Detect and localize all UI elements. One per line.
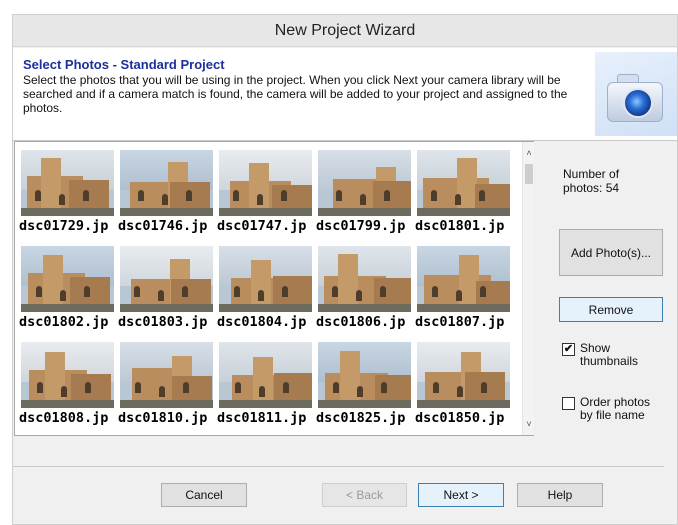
chevron-down-icon[interactable]: ˅ xyxy=(523,417,535,431)
photo-grid: dsc01729.jp dsc01746.jp dsc01747.jp dsc0179… xyxy=(19,145,519,435)
photo-item[interactable]: dsc01802.jp xyxy=(19,241,118,337)
photo-thumbnail[interactable] xyxy=(21,246,114,312)
photo-thumbnail[interactable] xyxy=(219,150,312,216)
photo-thumbnail[interactable] xyxy=(417,342,510,408)
photo-thumbnail[interactable] xyxy=(21,342,114,408)
photo-filename: dsc01825.jp xyxy=(316,410,406,426)
page-description: Select the photos that you will be using… xyxy=(23,73,568,115)
photo-item[interactable]: dsc01806.jp xyxy=(316,241,415,337)
photo-item[interactable]: dsc01850.jp xyxy=(415,337,514,433)
next-button[interactable]: Next > xyxy=(418,483,504,507)
photo-thumbnail[interactable] xyxy=(219,342,312,408)
photo-filename: dsc01801.jp xyxy=(415,218,505,234)
photo-filename: dsc01746.jp xyxy=(118,218,208,234)
photo-thumbnail[interactable] xyxy=(120,342,213,408)
photo-thumbnail[interactable] xyxy=(120,150,213,216)
photo-filename: dsc01850.jp xyxy=(415,410,505,426)
photo-item[interactable]: dsc01747.jp xyxy=(217,145,316,241)
header-panel: Select Photos - Standard Project Select … xyxy=(13,48,677,141)
photo-thumbnail[interactable] xyxy=(417,150,510,216)
photo-filename: dsc01807.jp xyxy=(415,314,505,330)
order-by-name-label: Order photos by file name xyxy=(580,395,651,422)
add-photos-button[interactable]: Add Photo(s)... xyxy=(559,229,663,276)
photo-filename: dsc01804.jp xyxy=(217,314,307,330)
photo-filename: dsc01799.jp xyxy=(316,218,406,234)
photo-count-label: Number of photos: 54 xyxy=(563,167,620,195)
help-button[interactable]: Help xyxy=(517,483,603,507)
photo-list-scrollbar[interactable]: ˄ ˅ xyxy=(522,142,534,435)
photo-filename: dsc01729.jp xyxy=(19,218,109,234)
title-bar: New Project Wizard xyxy=(13,15,677,47)
photo-filename: dsc01806.jp xyxy=(316,314,406,330)
show-thumbnails-label: Show thumbnails xyxy=(580,341,639,368)
order-by-name-checkbox[interactable]: Order photos by file name xyxy=(562,396,662,422)
page-title: Select Photos - Standard Project xyxy=(23,57,225,72)
remove-button[interactable]: Remove xyxy=(559,297,663,322)
photo-item[interactable]: dsc01801.jp xyxy=(415,145,514,241)
photo-item[interactable]: dsc01807.jp xyxy=(415,241,514,337)
scrollbar-thumb[interactable] xyxy=(525,164,533,184)
photo-item[interactable]: dsc01808.jp xyxy=(19,337,118,433)
photo-thumbnail[interactable] xyxy=(417,246,510,312)
photo-filename: dsc01803.jp xyxy=(118,314,208,330)
photo-item[interactable]: dsc01746.jp xyxy=(118,145,217,241)
photo-filename: dsc01747.jp xyxy=(217,218,307,234)
photo-item[interactable]: dsc01825.jp xyxy=(316,337,415,433)
photo-item[interactable]: dsc01804.jp xyxy=(217,241,316,337)
cancel-button[interactable]: Cancel xyxy=(161,483,247,507)
order-by-name-check[interactable] xyxy=(562,397,575,410)
show-thumbnails-check[interactable]: ✔ xyxy=(562,343,575,356)
photo-thumbnail[interactable] xyxy=(120,246,213,312)
photo-item[interactable]: dsc01729.jp xyxy=(19,145,118,241)
photo-filename: dsc01811.jp xyxy=(217,410,307,426)
photo-item[interactable]: dsc01810.jp xyxy=(118,337,217,433)
photo-thumbnail[interactable] xyxy=(318,342,411,408)
camera-icon xyxy=(595,52,677,136)
photo-item[interactable]: dsc01811.jp xyxy=(217,337,316,433)
photo-thumbnail[interactable] xyxy=(318,150,411,216)
photo-item[interactable]: dsc01803.jp xyxy=(118,241,217,337)
photo-filename: dsc01810.jp xyxy=(118,410,208,426)
show-thumbnails-checkbox[interactable]: ✔ Show thumbnails xyxy=(562,342,662,368)
photo-thumbnail[interactable] xyxy=(318,246,411,312)
photo-list[interactable]: dsc01729.jp dsc01746.jp dsc01747.jp dsc0179… xyxy=(14,141,534,436)
photo-filename: dsc01802.jp xyxy=(19,314,109,330)
photo-thumbnail[interactable] xyxy=(219,246,312,312)
photo-item[interactable]: dsc01799.jp xyxy=(316,145,415,241)
window-title: New Project Wizard xyxy=(274,21,416,39)
back-button[interactable]: < Back xyxy=(322,483,407,507)
photo-thumbnail[interactable] xyxy=(21,150,114,216)
photo-filename: dsc01808.jp xyxy=(19,410,109,426)
chevron-up-icon[interactable]: ˄ xyxy=(523,146,535,160)
